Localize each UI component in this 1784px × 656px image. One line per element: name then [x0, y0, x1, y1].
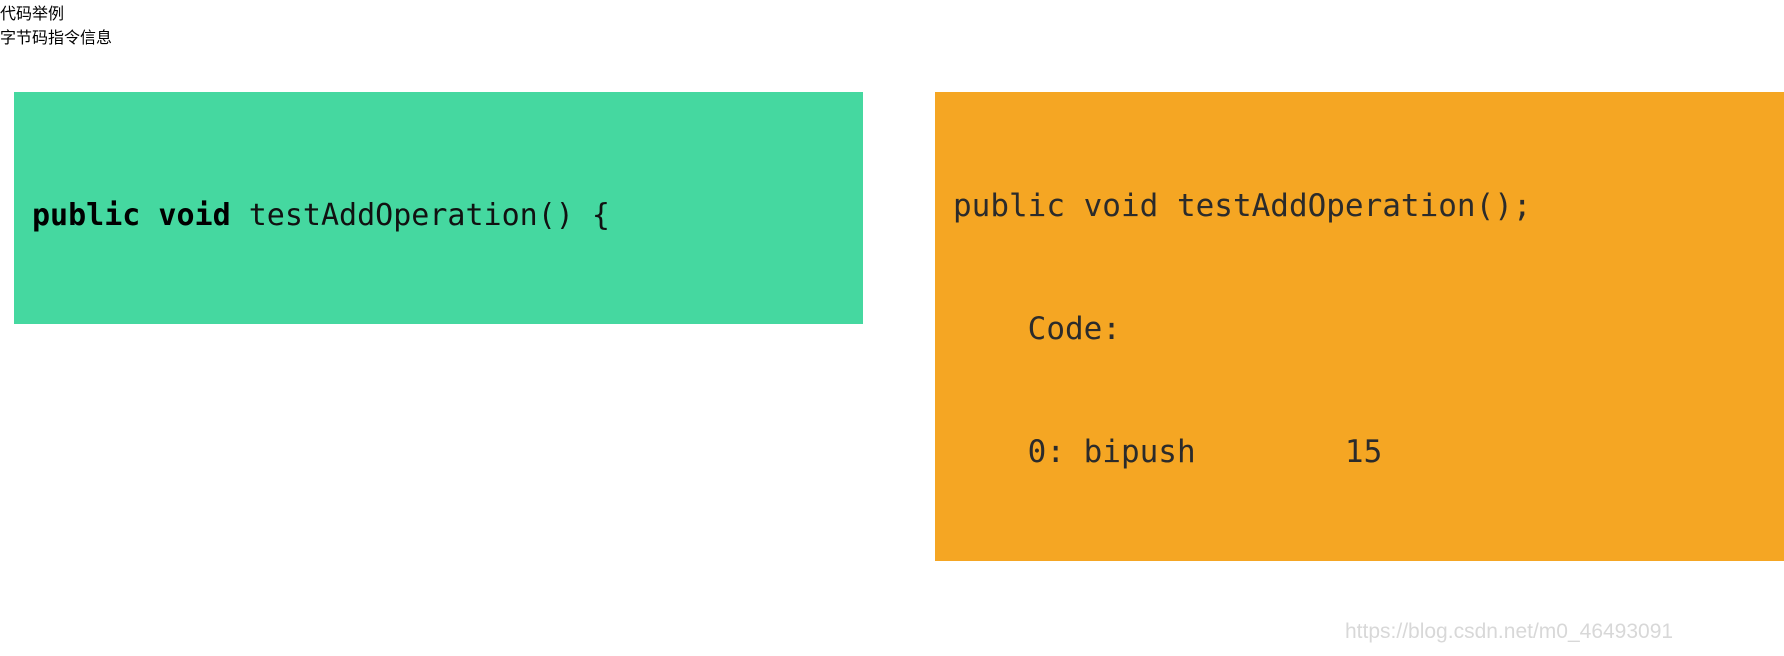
bytecode-line: Code:: [953, 311, 1121, 347]
right-panel-heading: 字节码指令信息: [0, 30, 113, 47]
slide-canvas: 代码举例 public void testAddOperation() { by…: [0, 0, 1784, 656]
java-source-code-panel: public void testAddOperation() { byte i …: [14, 92, 863, 324]
java-keyword: public void: [32, 198, 231, 233]
bytecode-line: 2: istore_1: [953, 555, 1784, 561]
watermark-text: https://blog.csdn.net/m0_46493091: [1345, 620, 1674, 643]
bytecode-line: 0: bipush 15: [953, 434, 1383, 470]
java-code-line: public void testAddOperation() {: [32, 194, 863, 238]
left-panel-heading: 代码举例: [0, 6, 65, 23]
bytecode-instructions-panel: public void testAddOperation(); Code: 0:…: [935, 92, 1784, 561]
bytecode-line: public void testAddOperation();: [953, 188, 1532, 224]
java-code-text: testAddOperation() {: [230, 198, 610, 233]
